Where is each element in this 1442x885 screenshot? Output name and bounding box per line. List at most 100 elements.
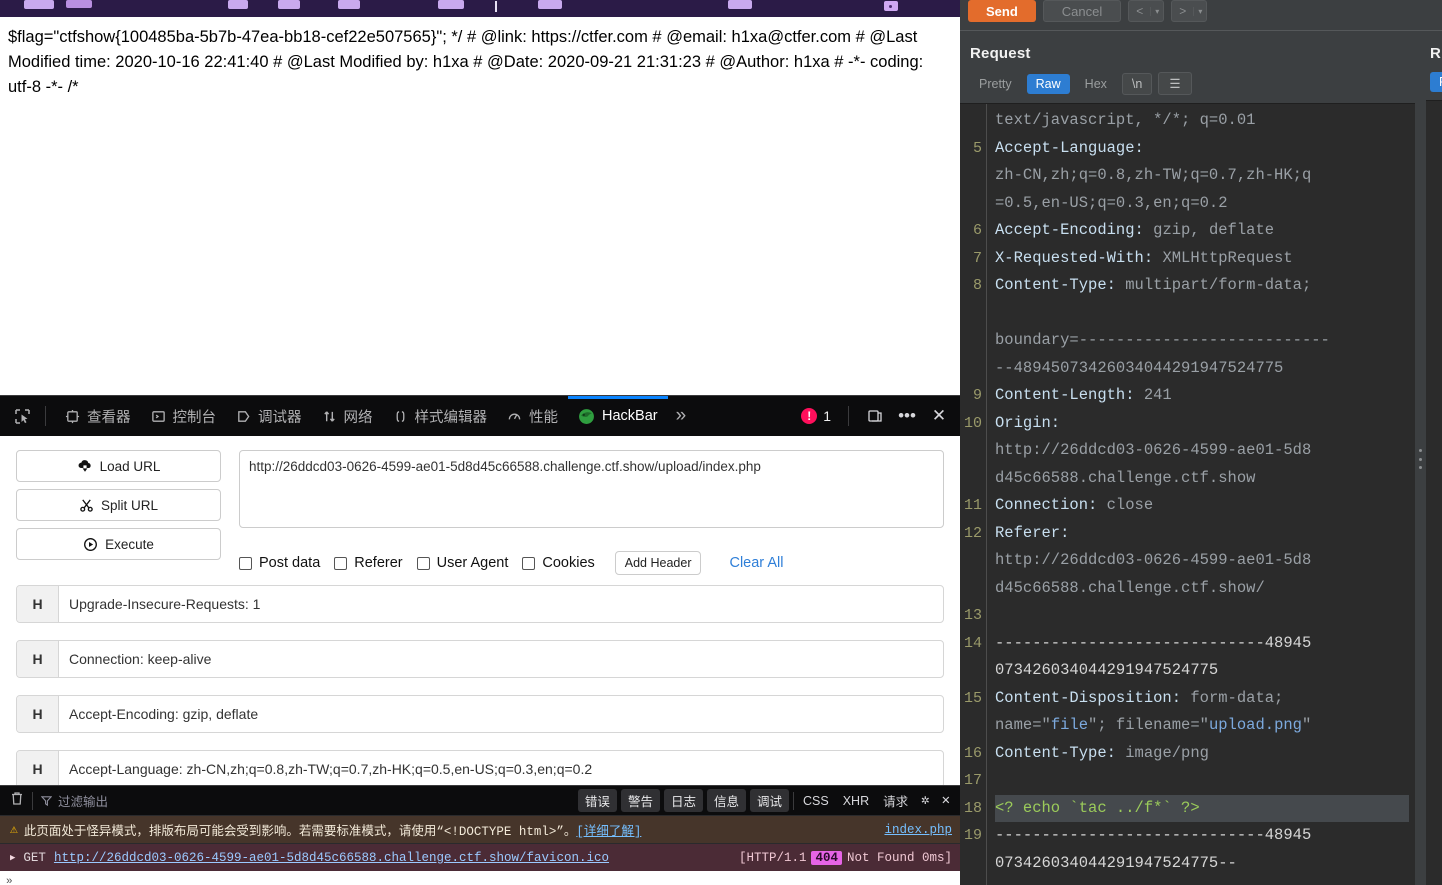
toolbar-chip[interactable] (338, 0, 360, 9)
chevron-down-icon[interactable]: ▾ (1193, 6, 1206, 16)
filter-logs[interactable]: 日志 (663, 789, 703, 812)
tab-pretty[interactable]: Pretty (970, 74, 1021, 94)
browser-toolbar-strip[interactable] (0, 0, 960, 17)
code-line[interactable]: -----------------------------48945 (995, 630, 1409, 658)
code-line[interactable]: d45c66588.challenge.ctf.show/ (995, 575, 1409, 603)
filter-warnings[interactable]: 警告 (620, 789, 660, 812)
filter-requests[interactable]: 请求 (878, 789, 913, 812)
code-line[interactable]: http://26ddcd03-0626-4599-ae01-5d8 (995, 437, 1409, 465)
header-value[interactable]: Accept-Encoding: gzip, deflate (59, 696, 943, 732)
checkbox-icon[interactable] (239, 556, 252, 570)
element-picker-icon[interactable] (8, 403, 36, 429)
toolbar-chip[interactable] (278, 0, 300, 9)
error-count-badge[interactable]: ! 1 (801, 408, 837, 424)
tab-hex[interactable]: Hex (1076, 74, 1116, 94)
toolbar-chip[interactable] (538, 0, 562, 9)
tab-hackbar[interactable]: HackBar (568, 396, 668, 435)
filter-css[interactable]: CSS (798, 792, 834, 810)
header-row[interactable]: H Accept-Language: zh-CN,zh;q=0.8,zh-TW;… (16, 750, 944, 788)
execute-button[interactable]: Execute (16, 528, 221, 560)
prev-request-button[interactable]: < ▾ (1128, 0, 1165, 22)
code-line[interactable]: name="file"; filename="upload.png" (995, 712, 1409, 740)
clear-console-icon[interactable] (10, 791, 24, 811)
request-editor[interactable]: 5 6 7 8 9 10 11 12 13 14 15 16 17 18 19 text/javascrip… (960, 103, 1415, 885)
code-line[interactable] (995, 602, 1409, 630)
code-line[interactable]: d45c66588.challenge.ctf.show (995, 465, 1409, 493)
next-arrow-icon[interactable]: > (1172, 4, 1193, 18)
pane-splitter[interactable] (1415, 31, 1426, 885)
checkbox-cookies[interactable]: Cookies (522, 555, 595, 571)
code-line[interactable]: -----------------------------48945 (995, 822, 1409, 850)
prev-arrow-icon[interactable]: < (1129, 4, 1150, 18)
code-line[interactable]: Accept-Language: (995, 135, 1409, 163)
tab-newline[interactable]: \n (1121, 72, 1153, 95)
header-row[interactable]: H Accept-Encoding: gzip, deflate (16, 695, 944, 733)
code-line[interactable]: Origin: (995, 410, 1409, 438)
code-line[interactable] (995, 300, 1409, 328)
learn-more-link[interactable]: [详细了解] (576, 820, 641, 839)
code-line[interactable]: Content-Length: 241 (995, 382, 1409, 410)
tab-overflow-icon[interactable]: » (668, 405, 692, 427)
expand-triangle-icon[interactable]: ▶ (10, 853, 15, 863)
add-header-button[interactable]: Add Header (614, 551, 702, 575)
close-icon[interactable]: ✕ (938, 792, 954, 809)
request-raw-text[interactable]: text/javascript, */*; q=0.01 Accept-Langu… (987, 104, 1415, 885)
code-line[interactable]: 073426034044291947524775-- (995, 850, 1409, 878)
tab-network[interactable]: 网络 (312, 397, 383, 435)
code-line[interactable] (995, 767, 1409, 795)
toolbar-chip[interactable] (24, 0, 54, 9)
more-options-icon[interactable]: ••• (892, 402, 922, 430)
filter-xhr[interactable]: XHR (838, 792, 874, 810)
header-row[interactable]: H Connection: keep-alive (16, 640, 944, 678)
toolbar-chip[interactable] (66, 0, 92, 8)
checkbox-user-agent[interactable]: User Agent (416, 555, 508, 571)
tab-style-editor[interactable]: 样式编辑器 (383, 397, 498, 435)
code-line[interactable]: Content-Disposition: form-data; (995, 685, 1409, 713)
toolbar-chip[interactable] (728, 0, 752, 9)
checkbox-referer[interactable]: Referer (334, 555, 403, 571)
response-editor[interactable] (1426, 100, 1442, 885)
code-line[interactable]: Connection: close (995, 492, 1409, 520)
tab-console[interactable]: 控制台 (141, 397, 227, 435)
close-icon[interactable]: ✕ (924, 402, 954, 430)
tab-inspector[interactable]: 查看器 (55, 397, 141, 435)
tab-response-raw[interactable]: R (1430, 72, 1442, 92)
request-url-link[interactable]: http://26ddcd03-0626-4599-ae01-5d8d45c66… (54, 851, 609, 865)
filter-info[interactable]: 信息 (706, 789, 746, 812)
cancel-button[interactable]: Cancel (1042, 0, 1122, 22)
url-input[interactable] (239, 450, 944, 528)
code-line[interactable]: Accept-Encoding: gzip, deflate (995, 217, 1409, 245)
warning-source-link[interactable]: index.php (884, 823, 952, 837)
dock-layout-icon[interactable] (860, 402, 890, 430)
checkbox-icon[interactable] (416, 556, 430, 570)
split-url-button[interactable]: Split URL (16, 489, 221, 521)
code-line[interactable]: text/javascript, */*; q=0.01 (995, 107, 1409, 135)
console-filter-input[interactable]: 过滤输出 (41, 791, 108, 810)
chevron-down-icon[interactable]: ▾ (1150, 6, 1163, 16)
checkbox-post-data[interactable]: Post data (239, 555, 320, 571)
load-url-button[interactable]: Load URL (16, 450, 221, 482)
code-line[interactable]: http://26ddcd03-0626-4599-ae01-5d8 (995, 547, 1409, 575)
toolbar-chip[interactable] (228, 0, 248, 9)
tab-raw[interactable]: Raw (1026, 73, 1070, 94)
checkbox-icon[interactable] (522, 556, 536, 570)
next-request-button[interactable]: > ▾ (1171, 0, 1208, 22)
send-button[interactable]: Send (968, 0, 1036, 22)
code-line[interactable]: zh-CN,zh;q=0.8,zh-TW;q=0.7,zh-HK;q (995, 162, 1409, 190)
gear-icon[interactable]: ✲ (917, 792, 933, 809)
console-input-row[interactable]: » (0, 871, 960, 885)
console-network-error-row[interactable]: ▶ GET http://26ddcd03-0626-4599-ae01-5d8… (0, 844, 960, 872)
code-line[interactable]: =0.5,en-US;q=0.3,en;q=0.2 (995, 190, 1409, 218)
code-line[interactable]: boundary=--------------------------- (995, 327, 1409, 355)
header-value[interactable]: Accept-Language: zh-CN,zh;q=0.8,zh-TW;q=… (59, 751, 943, 787)
tab-debugger[interactable]: 调试器 (226, 397, 312, 435)
console-warning-row[interactable]: ⚠ 此页面处于怪异模式，排版布局可能会受到影响。若需要标准模式，请使用“<!DO… (0, 816, 960, 844)
code-line[interactable]: Content-Type: image/png (995, 740, 1409, 768)
clear-all-link[interactable]: Clear All (729, 555, 783, 571)
filter-debug[interactable]: 调试 (749, 789, 789, 812)
toolbar-chip[interactable] (438, 0, 464, 9)
code-line[interactable]: Content-Type: multipart/form-data; (995, 272, 1409, 300)
code-line[interactable]: X-Requested-With: XMLHttpRequest (995, 245, 1409, 273)
tab-performance[interactable]: 性能 (497, 397, 568, 435)
code-line[interactable]: Referer: (995, 520, 1409, 548)
